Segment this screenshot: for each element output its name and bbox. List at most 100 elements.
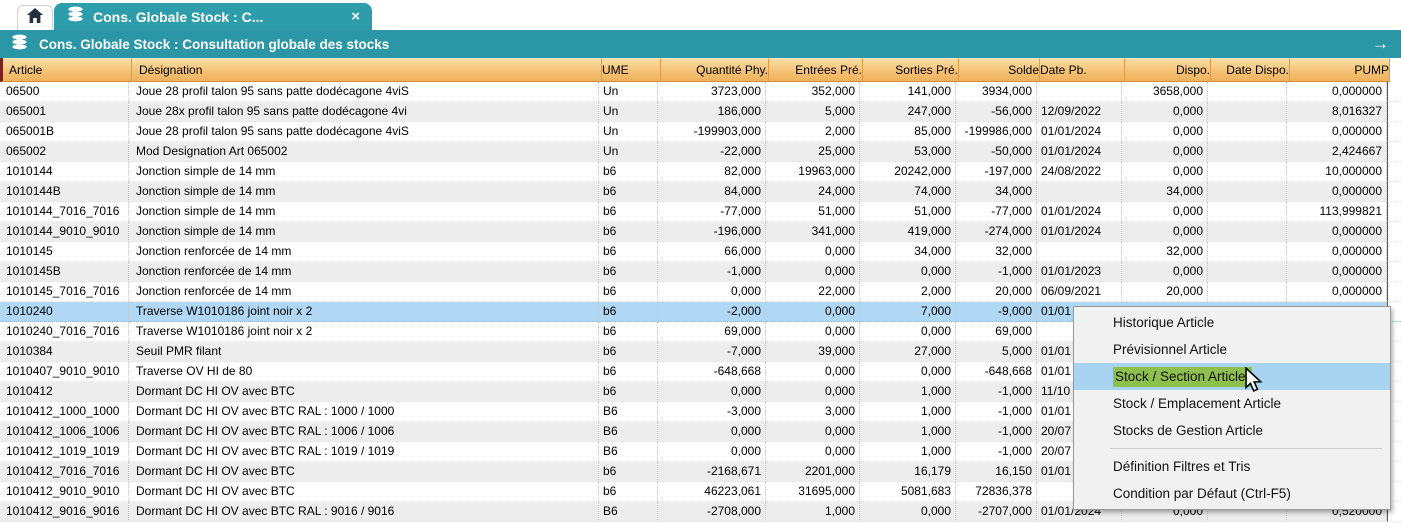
column-header-sorties[interactable]: Sorties Pré. — [863, 58, 959, 82]
cell-datepb[interactable]: 01/01/2024 — [1037, 202, 1122, 222]
cell-ume[interactable]: b6 — [599, 462, 658, 482]
cell-article[interactable]: 1010145B — [0, 262, 129, 282]
cell-sorties[interactable]: 247,000 — [860, 102, 956, 122]
cell-entrees[interactable]: 0,000 — [766, 442, 860, 462]
cell-datepb[interactable] — [1037, 82, 1122, 102]
cell-solde[interactable]: -274,000 — [956, 222, 1037, 242]
cell-article[interactable]: 06500 — [0, 82, 129, 102]
cell-entrees[interactable]: 31695,000 — [766, 482, 860, 502]
cell-article[interactable]: 1010240_7016_7016 — [0, 322, 129, 342]
cell-dispo[interactable]: 0,000 — [1122, 142, 1208, 162]
cell-dispo[interactable]: 0,000 — [1122, 222, 1208, 242]
cell-sorties[interactable]: 85,000 — [860, 122, 956, 142]
table-row[interactable]: 1010145BJonction renforcée de 14 mmb6-1,… — [0, 262, 1401, 282]
cell-sorties[interactable]: 20242,000 — [860, 162, 956, 182]
cell-entrees[interactable]: 0,000 — [766, 362, 860, 382]
cell-dispo[interactable]: 34,000 — [1122, 182, 1208, 202]
cell-sorties[interactable]: 5081,683 — [860, 482, 956, 502]
cell-entrees[interactable]: 25,000 — [766, 142, 860, 162]
cell-sorties[interactable]: 141,000 — [860, 82, 956, 102]
cell-qty[interactable]: 186,000 — [658, 102, 766, 122]
cell-pump[interactable]: 0,000000 — [1287, 242, 1387, 262]
cell-qty[interactable]: -199903,000 — [658, 122, 766, 142]
cell-article[interactable]: 1010384 — [0, 342, 129, 362]
cell-dispo[interactable]: 32,000 — [1122, 242, 1208, 262]
cell-pump[interactable]: 0,000000 — [1287, 222, 1387, 242]
table-row[interactable]: 065001Joue 28x profil talon 95 sans patt… — [0, 102, 1401, 122]
cell-dispo[interactable]: 0,000 — [1122, 262, 1208, 282]
cell-article[interactable]: 1010145 — [0, 242, 129, 262]
cell-qty[interactable]: -7,000 — [658, 342, 766, 362]
cell-solde[interactable]: 16,150 — [956, 462, 1037, 482]
cell-article[interactable]: 1010144B — [0, 182, 129, 202]
cell-ume[interactable]: b6 — [599, 162, 658, 182]
tab-close-icon[interactable]: × — [351, 9, 360, 24]
cell-solde[interactable]: -197,000 — [956, 162, 1037, 182]
cell-solde[interactable]: -199986,000 — [956, 122, 1037, 142]
column-header-entrees[interactable]: Entrées Pré. — [769, 58, 863, 82]
cell-designation[interactable]: Mod Designation Art 065002 — [129, 142, 599, 162]
cell-solde[interactable]: 32,000 — [956, 242, 1037, 262]
column-header-solde[interactable]: Solde — [959, 58, 1040, 82]
cell-article[interactable]: 065002 — [0, 142, 129, 162]
cell-solde[interactable]: 69,000 — [956, 322, 1037, 342]
cell-qty[interactable]: -2168,671 — [658, 462, 766, 482]
cell-entrees[interactable]: 39,000 — [766, 342, 860, 362]
cell-ume[interactable]: b6 — [599, 202, 658, 222]
cell-qty[interactable]: 69,000 — [658, 322, 766, 342]
column-header-designation[interactable]: Désignation — [132, 58, 602, 82]
cell-article[interactable]: 065001 — [0, 102, 129, 122]
cell-qty[interactable]: 0,000 — [658, 422, 766, 442]
cell-qty[interactable]: -1,000 — [658, 262, 766, 282]
cell-sorties[interactable]: 1,000 — [860, 402, 956, 422]
cell-article[interactable]: 1010407_9010_9010 — [0, 362, 129, 382]
cell-datedispo[interactable] — [1208, 122, 1287, 142]
cell-pump[interactable]: 0,000000 — [1287, 282, 1387, 302]
cell-qty[interactable]: 0,000 — [658, 442, 766, 462]
cell-entrees[interactable]: 0,000 — [766, 262, 860, 282]
cell-ume[interactable]: b6 — [599, 322, 658, 342]
cell-datedispo[interactable] — [1208, 242, 1287, 262]
cell-datedispo[interactable] — [1208, 142, 1287, 162]
cell-designation[interactable]: Joue 28 profil talon 95 sans patte dodéc… — [129, 122, 599, 142]
cell-ume[interactable]: b6 — [599, 382, 658, 402]
cell-solde[interactable]: 3934,000 — [956, 82, 1037, 102]
cell-sorties[interactable]: 0,000 — [860, 262, 956, 282]
cell-designation[interactable]: Dormant DC HI OV avec BTC — [129, 382, 599, 402]
cell-ume[interactable]: b6 — [599, 262, 658, 282]
cell-datedispo[interactable] — [1208, 202, 1287, 222]
menu-item[interactable]: Stock / Emplacement Article — [1074, 390, 1390, 417]
cell-ume[interactable]: b6 — [599, 242, 658, 262]
cell-entrees[interactable]: 0,000 — [766, 422, 860, 442]
cell-solde[interactable]: -1,000 — [956, 442, 1037, 462]
cell-sorties[interactable]: 1,000 — [860, 382, 956, 402]
table-row[interactable]: 065002Mod Designation Art 065002Un-22,00… — [0, 142, 1401, 162]
cell-designation[interactable]: Dormant DC HI OV avec BTC RAL : 1006 / 1… — [129, 422, 599, 442]
cell-solde[interactable]: -1,000 — [956, 382, 1037, 402]
cell-entrees[interactable]: 22,000 — [766, 282, 860, 302]
cell-pump[interactable]: 2,424667 — [1287, 142, 1387, 162]
cell-sorties[interactable]: 16,179 — [860, 462, 956, 482]
cell-pump[interactable]: 10,000000 — [1287, 162, 1387, 182]
cell-solde[interactable]: -56,000 — [956, 102, 1037, 122]
cell-qty[interactable]: 46223,061 — [658, 482, 766, 502]
cell-designation[interactable]: Joue 28 profil talon 95 sans patte dodéc… — [129, 82, 599, 102]
table-row[interactable]: 1010144BJonction simple de 14 mmb684,000… — [0, 182, 1401, 202]
cell-qty[interactable]: -648,668 — [658, 362, 766, 382]
table-row[interactable]: 1010144_7016_7016Jonction simple de 14 m… — [0, 202, 1401, 222]
cell-designation[interactable]: Traverse W1010186 joint noir x 2 — [129, 322, 599, 342]
cell-article[interactable]: 1010412_7016_7016 — [0, 462, 129, 482]
table-row[interactable]: 1010144Jonction simple de 14 mmb682,0001… — [0, 162, 1401, 182]
cell-designation[interactable]: Dormant DC HI OV avec BTC — [129, 462, 599, 482]
cell-designation[interactable]: Traverse OV HI de 80 — [129, 362, 599, 382]
cell-datepb[interactable]: 01/01/2023 — [1037, 262, 1122, 282]
cell-designation[interactable]: Jonction renforcée de 14 mm — [129, 282, 599, 302]
cell-sorties[interactable]: 74,000 — [860, 182, 956, 202]
cell-entrees[interactable]: 0,000 — [766, 302, 860, 322]
cell-ume[interactable]: b6 — [599, 362, 658, 382]
cell-article[interactable]: 1010412_9016_9016 — [0, 502, 129, 522]
cell-designation[interactable]: Jonction renforcée de 14 mm — [129, 262, 599, 282]
cell-datepb[interactable]: 24/08/2022 — [1037, 162, 1122, 182]
cell-solde[interactable]: -1,000 — [956, 262, 1037, 282]
cell-entrees[interactable]: 19963,000 — [766, 162, 860, 182]
